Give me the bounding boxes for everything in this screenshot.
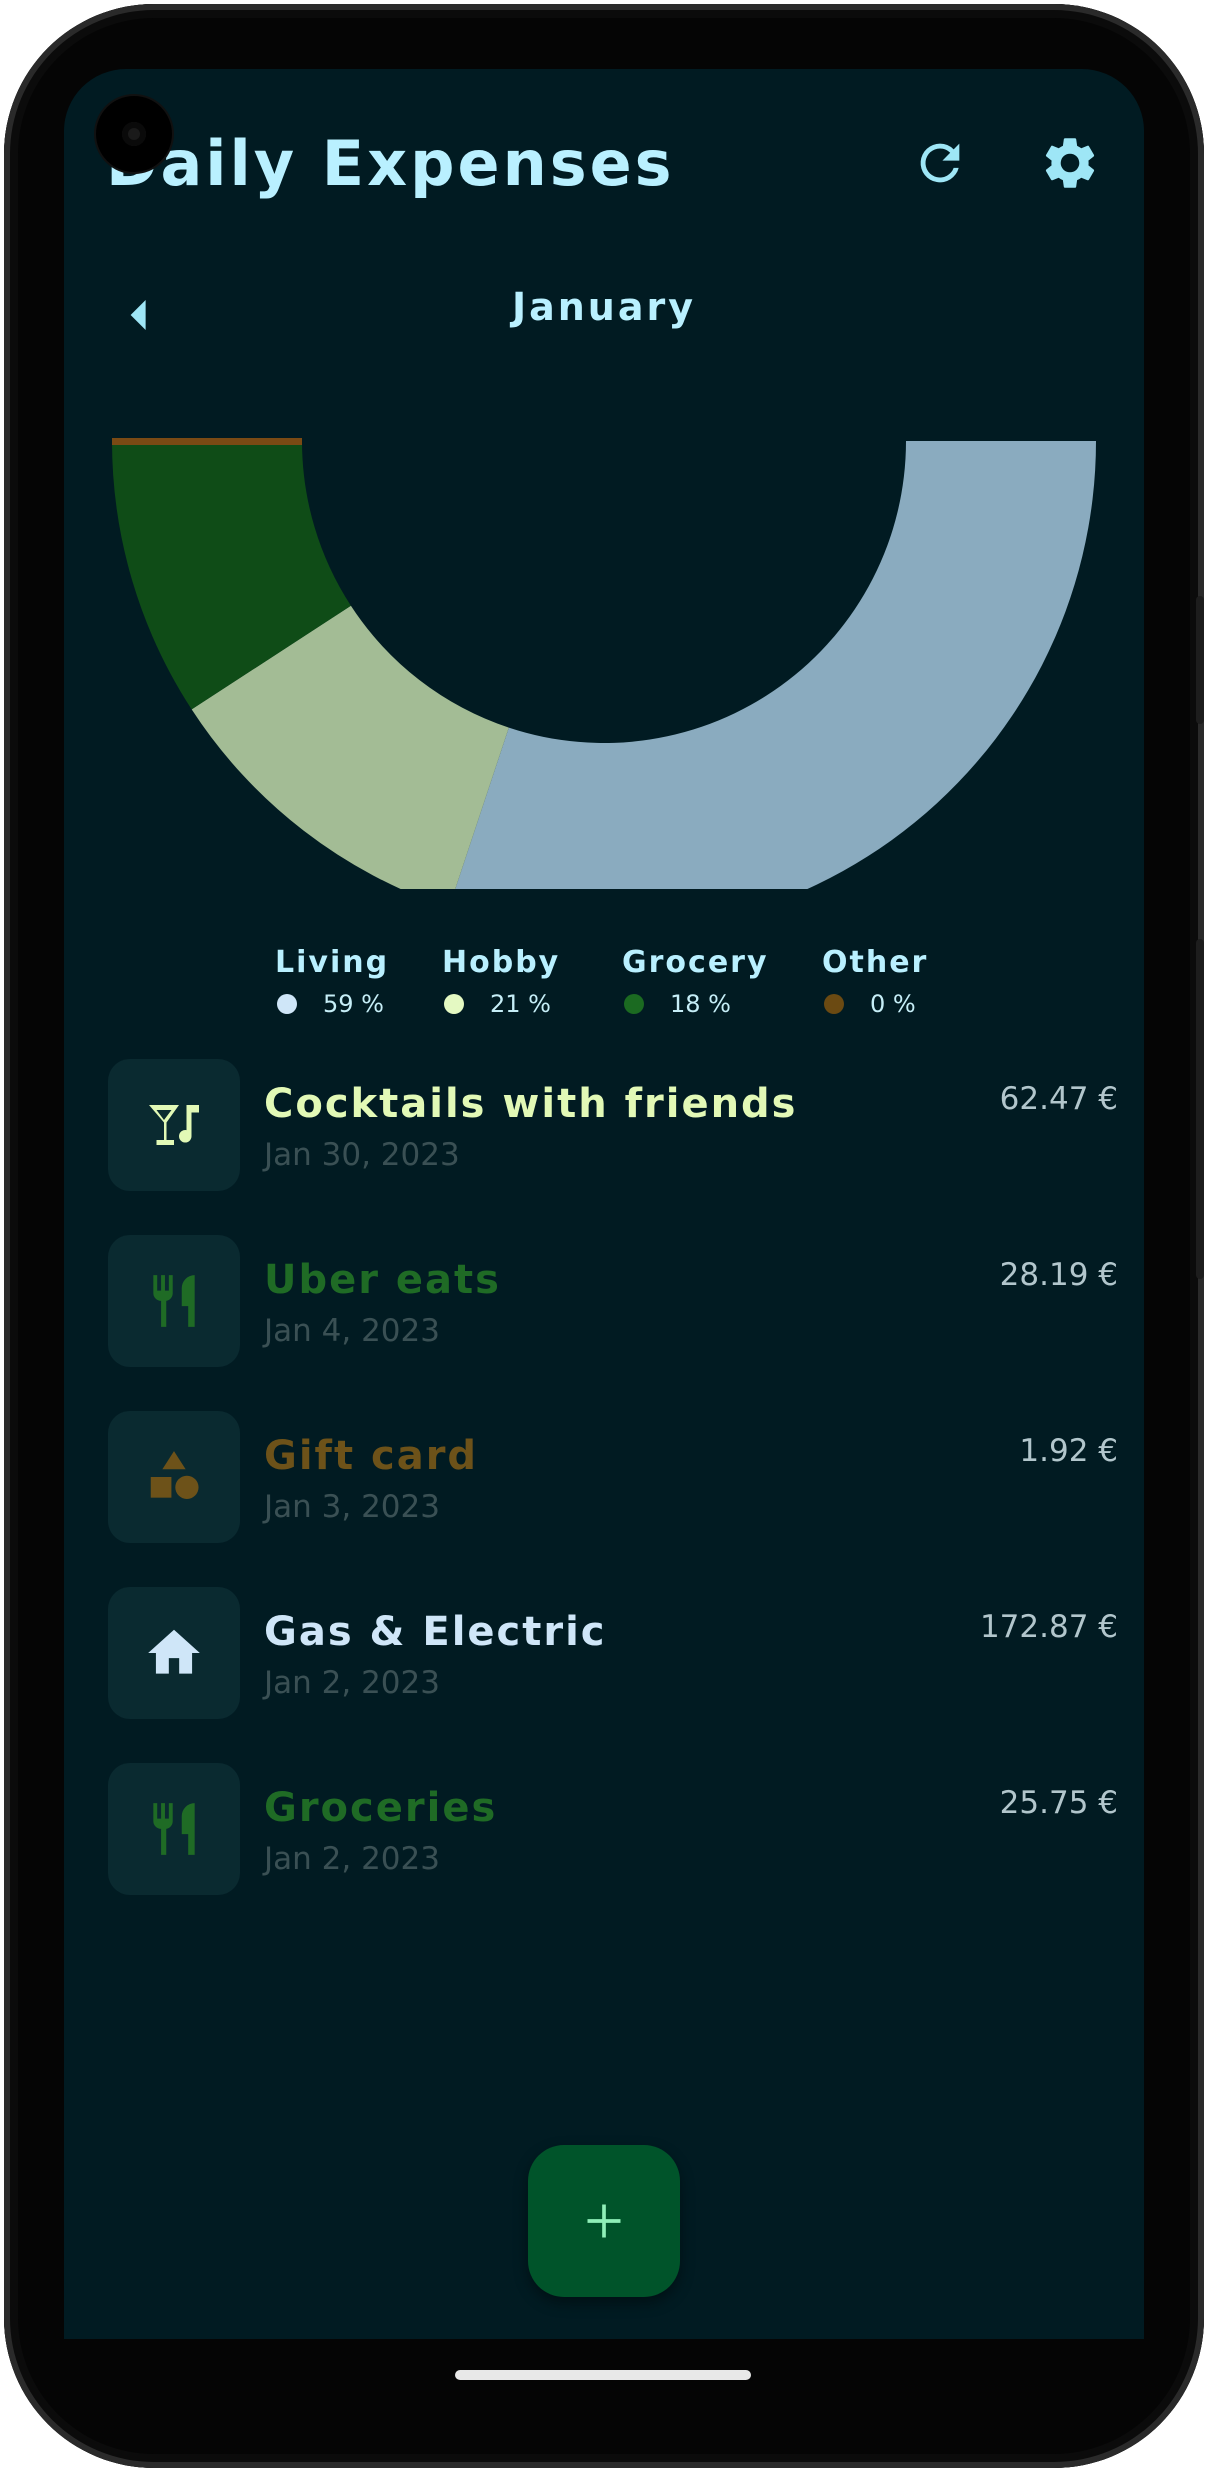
category-tile <box>108 1411 240 1543</box>
expense-title: Uber eats <box>264 1257 501 1303</box>
expense-row[interactable]: Uber eats Jan 4, 2023 28.19 € <box>108 1235 1118 1367</box>
chart-legend: Living 59 % Hobby 21 % Grocery 18 % Other 0 % <box>64 945 1144 1035</box>
expense-amount: 62.47 € <box>999 1081 1118 1117</box>
expense-title: Gas & Electric <box>264 1609 607 1655</box>
category-tile <box>108 1059 240 1191</box>
legend-value-row: 21 % <box>442 990 560 1018</box>
refresh-icon <box>920 143 960 183</box>
expense-date: Jan 4, 2023 <box>264 1313 440 1349</box>
expense-row[interactable]: Groceries Jan 2, 2023 25.75 € <box>108 1763 1118 1895</box>
settings-button[interactable] <box>1030 123 1110 203</box>
legend-percent: 59 % <box>323 990 384 1018</box>
expense-title: Groceries <box>264 1785 498 1831</box>
category-tile <box>108 1587 240 1719</box>
legend-percent: 18 % <box>670 990 731 1018</box>
legend-value-row: 59 % <box>275 990 389 1018</box>
plus-icon <box>587 2204 621 2238</box>
app-title: Daily Expenses <box>106 127 675 200</box>
expense-half-donut-chart <box>112 438 1096 889</box>
legend-label: Grocery <box>622 945 769 980</box>
category-tile <box>108 1763 240 1895</box>
expense-amount: 25.75 € <box>999 1785 1118 1821</box>
legend-label: Living <box>275 945 390 980</box>
expense-date: Jan 30, 2023 <box>264 1137 460 1173</box>
legend-value-row: 0 % <box>822 990 928 1018</box>
month-selector: January <box>64 279 1144 349</box>
legend-dot <box>277 994 297 1014</box>
legend-value-row: 18 % <box>622 990 769 1018</box>
chart-slice-other <box>112 438 302 441</box>
expense-date: Jan 3, 2023 <box>264 1489 440 1525</box>
refresh-button[interactable] <box>900 123 980 203</box>
gear-icon <box>1045 138 1095 188</box>
expense-row[interactable]: Cocktails with friends Jan 30, 2023 62.47 … <box>108 1059 1118 1191</box>
legend-percent: 21 % <box>490 990 551 1018</box>
legend-dot <box>824 994 844 1014</box>
expense-row[interactable]: Gas & Electric Jan 2, 2023 172.87 € <box>108 1587 1118 1719</box>
legend-label: Hobby <box>442 945 561 980</box>
app-screen: Daily Expenses January Living 59 % Hobby 21… <box>64 69 1144 2339</box>
expense-date: Jan 2, 2023 <box>264 1665 440 1701</box>
legend-percent: 0 % <box>870 990 916 1018</box>
chart-slice-other-edge <box>112 441 302 445</box>
volume-button <box>1196 939 1204 1279</box>
legend-item-other: Other 0 % <box>822 945 928 1018</box>
home-indicator <box>455 2370 751 2380</box>
expense-date: Jan 2, 2023 <box>264 1841 440 1877</box>
home-icon <box>143 1622 205 1684</box>
legend-item-hobby: Hobby 21 % <box>442 945 560 1018</box>
front-camera <box>96 96 172 172</box>
chart-slice-living <box>455 441 1096 889</box>
legend-dot <box>444 994 464 1014</box>
add-expense-button[interactable] <box>528 2145 680 2297</box>
expense-amount: 28.19 € <box>999 1257 1118 1293</box>
legend-dot <box>624 994 644 1014</box>
month-label: January <box>511 285 697 329</box>
legend-item-living: Living 59 % <box>275 945 389 1018</box>
legend-item-grocery: Grocery 18 % <box>622 945 769 1018</box>
phone-frame: Daily Expenses January Living 59 % Hobby 21… <box>4 4 1204 2468</box>
restaurant-icon <box>143 1798 205 1860</box>
expense-amount: 172.87 € <box>979 1609 1118 1645</box>
restaurant-icon <box>143 1270 205 1332</box>
power-button <box>1196 596 1204 724</box>
expense-title: Gift card <box>264 1433 479 1479</box>
expense-amount: 1.92 € <box>1019 1433 1118 1469</box>
shapes-icon <box>143 1446 205 1508</box>
legend-label: Other <box>822 945 929 980</box>
expense-title: Cocktails with friends <box>264 1081 798 1127</box>
cocktail-icon <box>144 1095 204 1155</box>
expense-row[interactable]: Gift card Jan 3, 2023 1.92 € <box>108 1411 1118 1543</box>
category-tile <box>108 1235 240 1367</box>
